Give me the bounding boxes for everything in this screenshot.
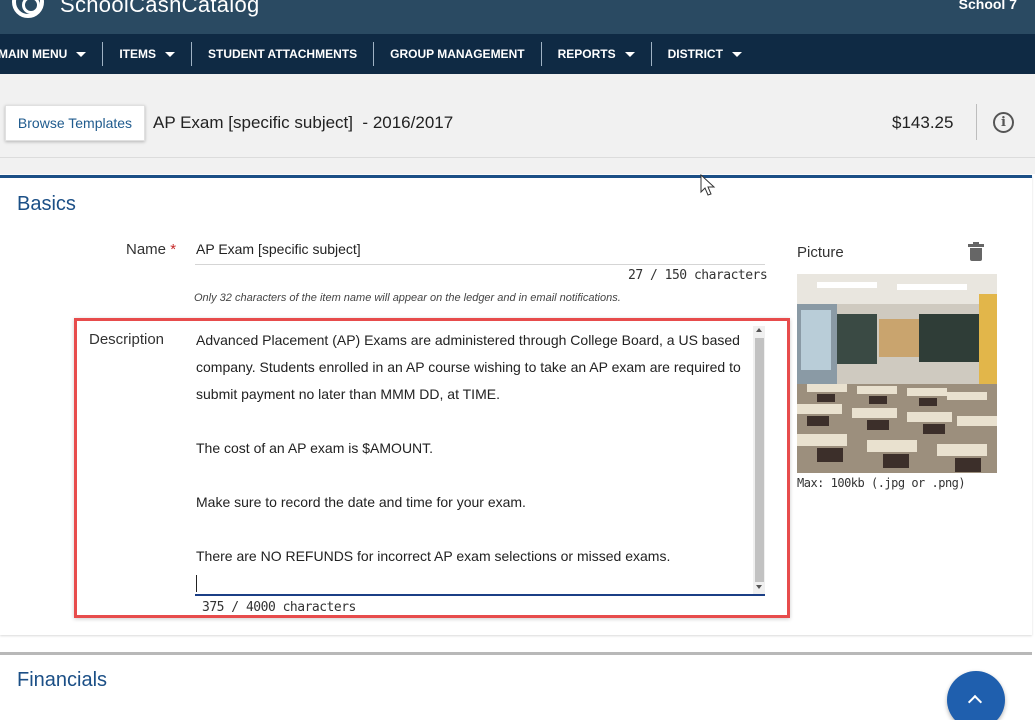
- description-label: Description: [89, 331, 165, 348]
- name-character-count: 27 / 150 characters: [628, 268, 768, 283]
- item-price: $143.25: [892, 113, 954, 132]
- basics-section-title: Basics: [17, 193, 76, 215]
- name-input-underline: [195, 264, 765, 265]
- divider: [976, 104, 977, 140]
- text-cursor: [196, 575, 197, 592]
- scroll-up-arrow-icon[interactable]: [756, 328, 762, 332]
- description-underline: [195, 594, 765, 596]
- financials-card: [0, 652, 1032, 720]
- nav-label: DISTRICT: [667, 47, 723, 61]
- mouse-cursor-icon: [700, 174, 716, 196]
- nav-student-attachments[interactable]: STUDENT ATTACHMENTS: [192, 42, 375, 66]
- trash-body: [970, 248, 982, 261]
- scroll-down-arrow-icon[interactable]: [756, 585, 762, 589]
- caret-down-icon: [624, 51, 635, 57]
- item-title: AP Exam [specific subject] - 2016/2017: [153, 113, 454, 132]
- scroll-to-top-button[interactable]: [947, 671, 1005, 720]
- nav-items[interactable]: ITEMS: [103, 42, 192, 66]
- school-name[interactable]: School 7: [959, 0, 1017, 12]
- logo-icon[interactable]: [12, 0, 44, 18]
- name-label-text: Name: [126, 241, 167, 258]
- nav-district[interactable]: DISTRICT: [652, 42, 758, 66]
- divider: [0, 157, 1035, 158]
- description-textarea[interactable]: Advanced Placement (AP) Exams are admini…: [196, 327, 748, 570]
- financials-section-title: Financials: [17, 669, 108, 691]
- nav-label: REPORTS: [557, 47, 616, 61]
- top-header: SchoolCashCatalog School 7: [0, 0, 1035, 34]
- trash-icon[interactable]: [968, 242, 984, 261]
- name-label: Name *: [126, 241, 176, 258]
- brand-name[interactable]: SchoolCashCatalog: [60, 0, 260, 18]
- nav-label: STUDENT ATTACHMENTS: [208, 47, 358, 61]
- name-hint: Only 32 characters of the item name will…: [194, 292, 621, 304]
- nav-label: GROUP MANAGEMENT: [390, 47, 525, 61]
- nav-label: MAIN MENU: [0, 47, 68, 61]
- nav-label: ITEMS: [119, 47, 156, 61]
- caret-down-icon: [165, 51, 175, 57]
- caret-down-icon: [731, 51, 742, 57]
- name-input[interactable]: AP Exam [specific subject]: [196, 241, 361, 257]
- required-mark: *: [170, 241, 177, 258]
- info-icon[interactable]: i: [993, 112, 1014, 133]
- browse-templates-button[interactable]: Browse Templates: [5, 105, 145, 141]
- item-picture[interactable]: [797, 274, 997, 473]
- description-character-count: 375 / 4000 characters: [202, 600, 356, 615]
- caret-down-icon: [76, 51, 87, 57]
- nav-reports[interactable]: REPORTS: [542, 42, 652, 66]
- nav-main-menu[interactable]: MAIN MENU: [0, 42, 104, 66]
- main-nav: MAIN MENU ITEMS STUDENT ATTACHMENTS GROU…: [0, 34, 1035, 74]
- nav-group-management[interactable]: GROUP MANAGEMENT: [374, 42, 542, 66]
- chevron-up-icon: [967, 694, 983, 710]
- trash-lid: [968, 244, 984, 247]
- scrollbar-thumb[interactable]: [755, 338, 764, 582]
- picture-label: Picture: [797, 244, 844, 261]
- picture-size-hint: Max: 100kb (.jpg or .png): [797, 476, 966, 490]
